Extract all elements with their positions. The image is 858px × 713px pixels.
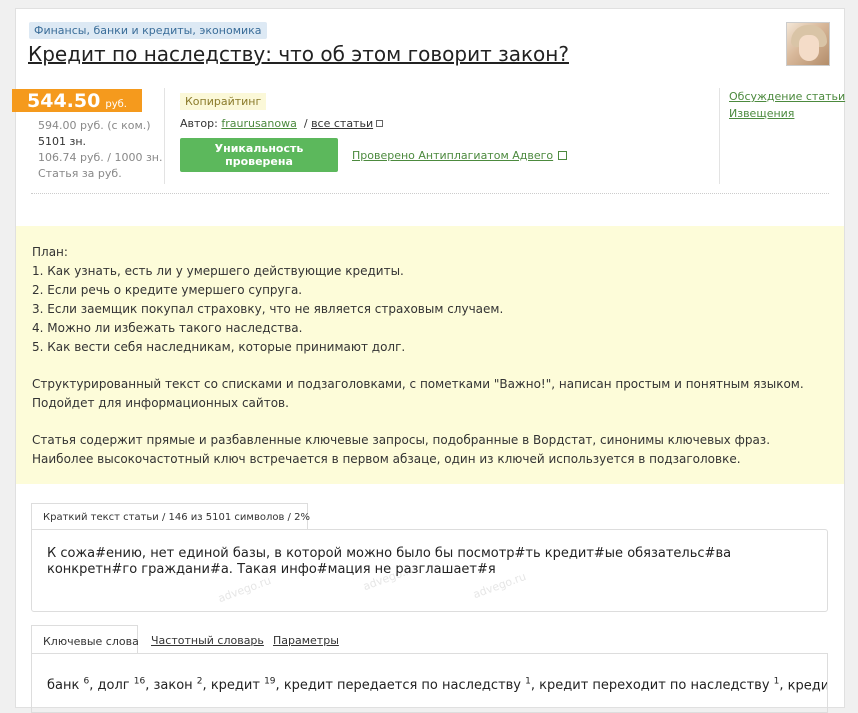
discussion-link[interactable]: Обсуждение статьи <box>729 88 845 105</box>
description-paragraph: Статья содержит прямые и разбавленные кл… <box>32 433 771 466</box>
tab-params[interactable]: Параметры <box>273 625 339 654</box>
dotted-divider <box>31 193 829 194</box>
excerpt-box: advego.ru advego.ru advego.ru К сожа#ени… <box>31 529 828 612</box>
price-value: 544.50 <box>27 90 101 112</box>
tab-keywords[interactable]: Ключевые слова <box>31 625 139 654</box>
all-articles-link[interactable]: все статьи <box>311 117 373 130</box>
plan-item: 5. Как вести себя наследникам, которые п… <box>32 340 406 354</box>
uniqueness-checked-button[interactable]: Уникальность проверена <box>180 138 338 172</box>
type-tag[interactable]: Копирайтинг <box>180 93 267 110</box>
price-more: Статья за руб. <box>38 167 122 180</box>
excerpt-text: К сожа#ению, нет единой базы, в которой … <box>47 546 732 577</box>
tab-frequency[interactable]: Частотный словарь <box>151 625 264 654</box>
side-links: Обсуждение статьи Извещения <box>729 88 845 122</box>
keyword-item: кредит передается по наследству 1, <box>283 677 536 694</box>
notices-link[interactable]: Извещения <box>729 105 845 122</box>
price-badge: 544.50 руб. <box>12 89 142 112</box>
author-avatar[interactable] <box>786 22 830 66</box>
article-description: План: 1. Как узнать, есть ли у умершего … <box>16 226 844 484</box>
author-line: Автор: fraurusanowa / все статьи <box>180 117 384 130</box>
keyword-item: долг 16, <box>97 677 150 694</box>
divider-left <box>164 88 165 184</box>
keyword-item: закон 2, <box>153 677 207 694</box>
antiplagiat-link[interactable]: Проверено Антиплагиатом Адвего <box>352 149 568 162</box>
keyword-item: кредит переходит по наследству 1, <box>539 677 784 694</box>
plan-item: 4. Можно ли избежать такого наследства. <box>32 321 303 335</box>
tab-excerpt[interactable]: Краткий текст статьи / 146 из 5101 симво… <box>31 503 310 530</box>
price-currency: руб. <box>105 99 127 110</box>
plan-item: 1. Как узнать, есть ли у умершего действ… <box>32 264 404 278</box>
description-paragraph: Структурированный текст со списками и по… <box>32 377 804 410</box>
price-details: 594.00 руб. (с ком.) 5101 зн. 106.74 руб… <box>38 118 163 182</box>
watermark: advego.ru <box>216 573 273 606</box>
keyword-item: кредит по <box>787 678 827 694</box>
external-link-icon <box>376 120 384 127</box>
author-label: Автор: <box>180 117 218 130</box>
price-per-1000: 106.74 руб. / 1000 зн. <box>38 151 163 164</box>
external-link-icon <box>558 151 568 160</box>
keyword-item: кредит 19, <box>210 677 280 694</box>
page-title[interactable]: Кредит по наследству: что об этом говори… <box>28 42 569 66</box>
price-with-commission: 594.00 руб. (с ком.) <box>38 119 151 132</box>
article-length: 5101 зн. <box>38 135 87 148</box>
keywords-box: банк 6, долг 16, закон 2, кредит 19, кре… <box>31 653 828 713</box>
plan-item: 3. Если заемщик покупал страховку, что н… <box>32 302 504 316</box>
category-badge[interactable]: Финансы, банки и кредиты, экономика <box>29 22 267 39</box>
avatar-face <box>799 35 819 61</box>
keyword-item: банк 6, <box>47 677 94 694</box>
author-link[interactable]: fraurusanowa <box>221 117 297 130</box>
divider-right <box>719 88 720 184</box>
plan-item: 2. Если речь о кредите умершего супруга. <box>32 283 303 297</box>
antiplagiat-label: Проверено Антиплагиатом Адвего <box>352 149 554 162</box>
plan-title: План: <box>32 245 68 259</box>
